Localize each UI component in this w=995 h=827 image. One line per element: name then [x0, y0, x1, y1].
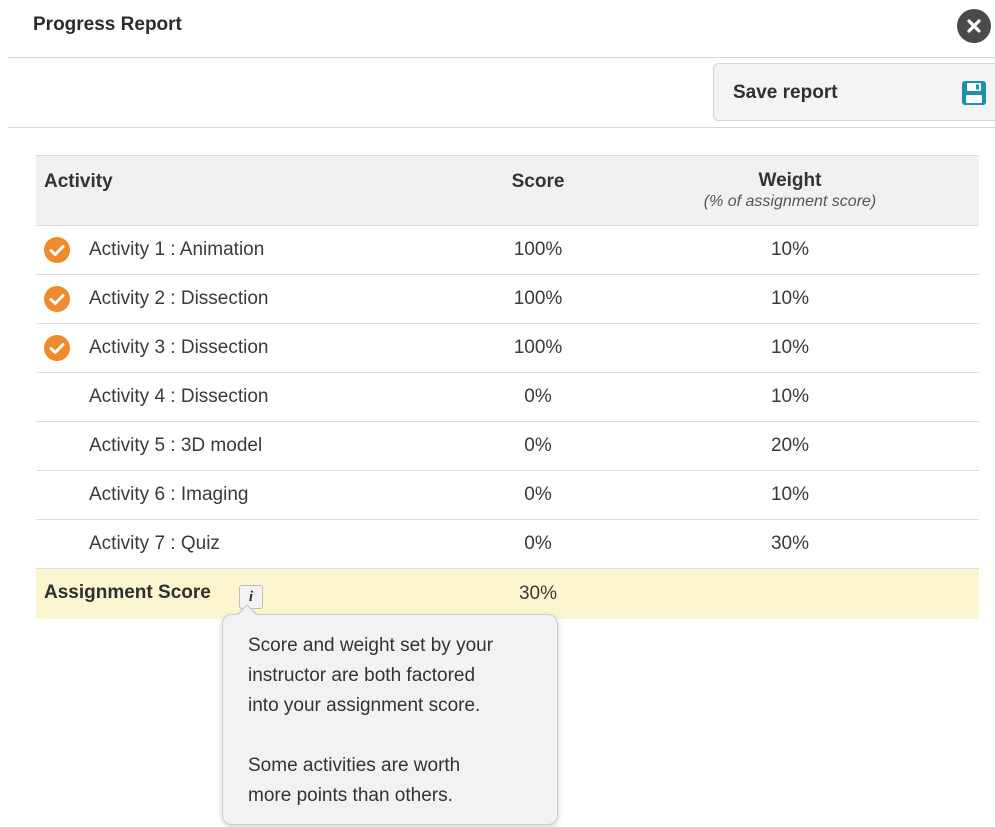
info-tooltip: Score and weight set by your instructor … — [222, 614, 558, 825]
table-row: Activity 4 : Dissection 0% 10% — [36, 373, 979, 422]
activity-name: Activity 1 : Animation — [89, 239, 265, 260]
activity-score: 0% — [524, 484, 552, 505]
table-row: Activity 3 : Dissection 100% 10% — [36, 324, 979, 373]
column-header-weight: Weight — [758, 170, 822, 191]
table-row: Activity 5 : 3D model 0% 20% — [36, 422, 979, 471]
activity-weight: 20% — [770, 435, 810, 456]
save-report-label: Save report — [733, 82, 838, 103]
completed-check-icon — [44, 237, 70, 263]
table-row: Activity 6 : Imaging 0% 10% — [36, 471, 979, 520]
table-row: Activity 1 : Animation 100% 10% — [36, 226, 979, 275]
table-row: Activity 2 : Dissection 100% 10% — [36, 275, 979, 324]
activity-score: 100% — [513, 337, 563, 358]
activity-weight: 10% — [770, 337, 810, 358]
progress-table: Activity Score Weight (% of assignment s… — [36, 155, 979, 619]
save-report-button[interactable]: Save report — [713, 63, 995, 121]
activity-name: Activity 4 : Dissection — [89, 386, 269, 407]
close-button[interactable] — [957, 9, 991, 43]
column-header-activity: Activity — [44, 171, 113, 192]
header-divider — [8, 57, 995, 58]
tooltip-text-line: instructor are both factored — [248, 665, 476, 686]
progress-report-dialog: Progress Report Save report Activity Sco… — [0, 0, 995, 827]
assignment-score-value: 30% — [518, 583, 558, 604]
save-icon — [962, 81, 986, 105]
assignment-score-label: Assignment Score — [44, 582, 211, 603]
activity-name: Activity 6 : Imaging — [89, 484, 249, 505]
activity-score: 0% — [524, 386, 552, 407]
activity-name: Activity 2 : Dissection — [89, 288, 269, 309]
tooltip-text-line: Score and weight set by your — [248, 635, 494, 656]
activity-score: 100% — [513, 239, 563, 260]
close-icon — [967, 19, 981, 33]
tooltip-text-line: into your assignment score. — [248, 695, 481, 716]
activity-score: 100% — [513, 288, 563, 309]
table-header: Activity Score Weight (% of assignment s… — [36, 155, 979, 226]
tooltip-arrow-fill — [237, 606, 257, 616]
assignment-score-row: Assignment Score i 30% — [36, 569, 979, 619]
activity-name: Activity 7 : Quiz — [89, 533, 220, 554]
activity-weight: 10% — [770, 239, 810, 260]
activity-weight: 10% — [770, 386, 810, 407]
completed-check-icon — [44, 286, 70, 312]
column-header-score: Score — [511, 171, 565, 192]
tooltip-text-line: Some activities are worth — [248, 755, 461, 776]
activity-weight: 10% — [770, 288, 810, 309]
activity-weight: 10% — [770, 484, 810, 505]
activity-weight: 30% — [770, 533, 810, 554]
activity-score: 0% — [524, 435, 552, 456]
activity-score: 0% — [524, 533, 552, 554]
tooltip-text-line: more points than others. — [248, 785, 453, 806]
completed-check-icon — [44, 335, 70, 361]
activity-name: Activity 5 : 3D model — [89, 435, 263, 456]
activity-name: Activity 3 : Dissection — [89, 337, 269, 358]
toolbar-divider — [8, 127, 995, 128]
column-header-weight-subtitle: (% of assignment score) — [703, 193, 877, 210]
table-row: Activity 7 : Quiz 0% 30% — [36, 520, 979, 569]
dialog-title: Progress Report — [33, 14, 182, 35]
